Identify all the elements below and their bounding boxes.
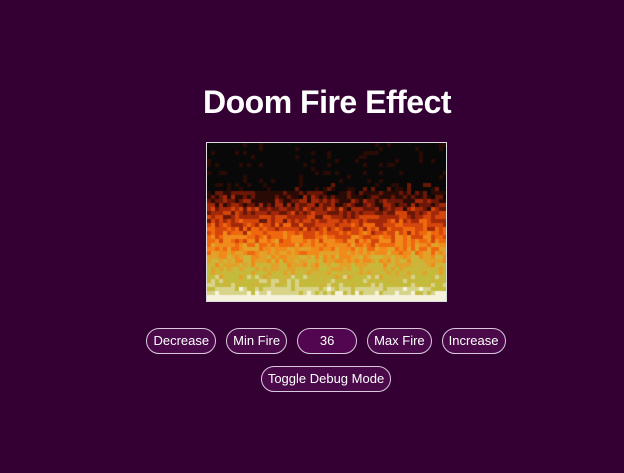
- decrease-button[interactable]: Decrease: [146, 328, 217, 354]
- min-fire-button[interactable]: Min Fire: [226, 328, 288, 354]
- page-title: Doom Fire Effect: [202, 84, 452, 120]
- fire-intensity-value: 36: [297, 328, 358, 354]
- page: Doom Fire Effect Decrease Min Fire 36 Ma…: [0, 0, 624, 473]
- max-fire-button[interactable]: Max Fire: [367, 328, 432, 354]
- debug-controls: Toggle Debug Mode: [0, 366, 624, 392]
- fire-canvas-frame: [206, 142, 447, 302]
- fire-canvas: [207, 143, 446, 301]
- toggle-debug-button[interactable]: Toggle Debug Mode: [260, 366, 392, 392]
- fire-controls: Decrease Min Fire 36 Max Fire Increase: [0, 328, 624, 354]
- increase-button[interactable]: Increase: [441, 328, 506, 354]
